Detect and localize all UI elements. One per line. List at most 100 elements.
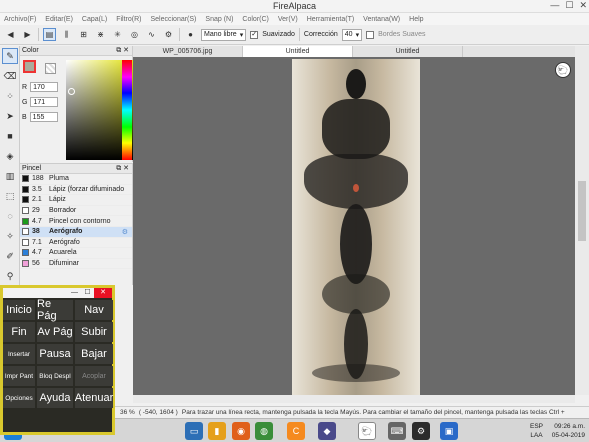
brush-size: 56 [32,260,40,268]
file-explorer-icon[interactable]: ▮ [208,422,226,440]
brush-item[interactable]: 29 Borrador [20,206,132,217]
osk-key[interactable]: Inicio [3,300,35,320]
tab-document-1[interactable]: WP_005706.jpg [133,46,243,57]
ccleaner-icon[interactable]: C [287,422,305,440]
bucket-tool-icon[interactable]: ◈ [2,148,18,164]
smoothing-checkbox[interactable]: ✓ [250,30,259,39]
move-tool-icon[interactable]: ➤ [2,108,18,124]
firefox-icon[interactable]: ◉ [232,422,250,440]
next-icon[interactable]: ▶ [21,28,34,41]
eyedropper-icon[interactable]: ⚲ [2,268,18,284]
hue-slider[interactable] [122,60,132,160]
osk-key[interactable]: Insertar [3,344,35,364]
soft-edges-checkbox[interactable] [366,30,375,39]
panel-pin-icon[interactable]: ⧉ ✕ [116,164,129,173]
green-input[interactable]: 171 [30,97,59,107]
tab-document-2[interactable]: Untitled [243,46,353,57]
snap-settings-icon[interactable]: ⚙ [162,28,175,41]
eraser-tool-icon[interactable]: ⌫ [2,68,18,84]
lasso-tool-icon[interactable]: ◌ [2,208,18,224]
scroll-thumb[interactable] [578,181,586,241]
osk-key[interactable]: Ayuda [37,388,73,408]
brush-settings-icon[interactable]: ⚙ [122,228,128,236]
menu-item[interactable]: Ver(V) [278,16,298,23]
snap-radial-icon[interactable]: ✳ [111,28,124,41]
menu-item[interactable]: Help [409,16,423,23]
task-view-icon[interactable]: ▭ [185,422,203,440]
osk-key[interactable]: Fin [3,322,35,342]
picker-cursor[interactable] [68,88,75,95]
osk-minimize-button[interactable]: — [68,288,81,298]
menu-item[interactable]: Seleccionar(S) [150,16,196,23]
minimize-button[interactable]: — [550,0,559,11]
panel-pin-icon[interactable]: ⧉ ✕ [116,46,129,55]
select-tool-icon[interactable]: ⬚ [2,188,18,204]
dot-tool-icon[interactable]: ⁘ [2,88,18,104]
snap-concentric-icon[interactable]: ◎ [128,28,141,41]
menu-item[interactable]: Snap (N) [205,16,233,23]
correction-select[interactable]: 40 ▾ [341,28,363,41]
keyboard-taskbar-icon[interactable]: ⌨ [388,422,406,440]
menu-item[interactable]: Filtro(R) [116,16,141,23]
osk-key[interactable]: Pausa [37,344,73,364]
snap-off-icon[interactable]: ▤ [43,28,56,41]
osk-key[interactable]: Nav [75,300,113,320]
prev-icon[interactable]: ◀ [4,28,17,41]
magic-wand-icon[interactable]: ✧ [2,228,18,244]
horizontal-scrollbar[interactable] [133,395,575,403]
clock[interactable]: 09:26 a.m. 05-04-2019 [552,422,585,440]
osk-key[interactable]: Atenuar [75,388,113,408]
brush-dot-icon[interactable]: ● [184,28,197,41]
select-pen-icon[interactable]: ✐ [2,248,18,264]
firealpaca-taskbar-icon[interactable]: 🐑 [358,422,376,440]
menu-item[interactable]: Color(C) [242,16,268,23]
snap-cross-icon[interactable]: ⊞ [77,28,90,41]
osk-key[interactable]: Bloq Despl [37,366,73,386]
brush-mode-select[interactable]: Mano libre ▾ [201,28,247,41]
foreground-color-swatch[interactable] [23,60,36,73]
brush-item[interactable]: 188 Pluma [20,174,132,185]
snap-vanish-icon[interactable]: ⋇ [94,28,107,41]
osk-key[interactable]: Av Pág [37,322,73,342]
settings-taskbar-icon[interactable]: ⚙ [412,422,430,440]
osk-close-button[interactable]: ✕ [94,288,112,298]
close-button[interactable]: ✕ [579,0,587,11]
osk-maximize-button[interactable]: ☐ [81,288,94,298]
osk-key[interactable]: Impr Pant [3,366,35,386]
brush-item[interactable]: 2.1 Lápiz [20,195,132,206]
snap-curve-icon[interactable]: ∿ [145,28,158,41]
tab-document-3[interactable]: Untitled [353,46,463,57]
maximize-button[interactable]: ☐ [565,0,573,11]
menu-item[interactable]: Editar(E) [45,16,73,23]
osk-key[interactable]: Acoplar [75,366,113,386]
brush-item[interactable]: 4.7 Pincel con contorno [20,216,132,227]
gradient-tool-icon[interactable]: ▥ [2,168,18,184]
snap-parallel-icon[interactable]: ⫼ [60,28,73,41]
brush-item[interactable]: 7.1 Aerógrafo [20,238,132,249]
transparent-color-swatch[interactable] [45,63,56,74]
osk-key[interactable]: Subir [75,322,113,342]
brush-item[interactable]: 4.7 Acuarela [20,248,132,259]
menu-item[interactable]: Herramienta(T) [307,16,354,23]
brush-item[interactable]: 56 Difuminar [20,259,132,270]
on-screen-keyboard: — ☐ ✕ Inicio Re Pág Nav Fin Av Pág Subir Inser… [0,285,115,435]
fill-tool-icon[interactable]: ■ [2,128,18,144]
osk-key[interactable]: Opciones [3,388,35,408]
app-icon[interactable]: ◆ [318,422,336,440]
vertical-scrollbar[interactable] [575,46,589,395]
brush-item[interactable]: 38 Aerógrafo ⚙ [20,226,132,238]
menu-item[interactable]: Ventana(W) [363,16,400,23]
osk-key[interactable]: Re Pág [37,298,73,322]
osk-key[interactable]: Bajar [75,344,113,364]
menu-item[interactable]: Capa(L) [82,16,107,23]
chrome-icon[interactable]: ◍ [255,422,273,440]
menu-item[interactable]: Archivo(F) [4,16,36,23]
app2-icon[interactable]: ▣ [440,422,458,440]
red-input[interactable]: 170 [30,82,59,92]
language-indicator[interactable]: ESP LAA [530,422,543,440]
blue-input[interactable]: 155 [29,112,58,122]
canvas-image[interactable] [292,59,420,395]
alpaca-avatar-icon[interactable]: 🐑 [555,62,571,78]
brush-tool-icon[interactable]: ✎ [2,48,18,64]
brush-item[interactable]: 3.5 Lápiz (forzar difuminado [20,185,132,196]
